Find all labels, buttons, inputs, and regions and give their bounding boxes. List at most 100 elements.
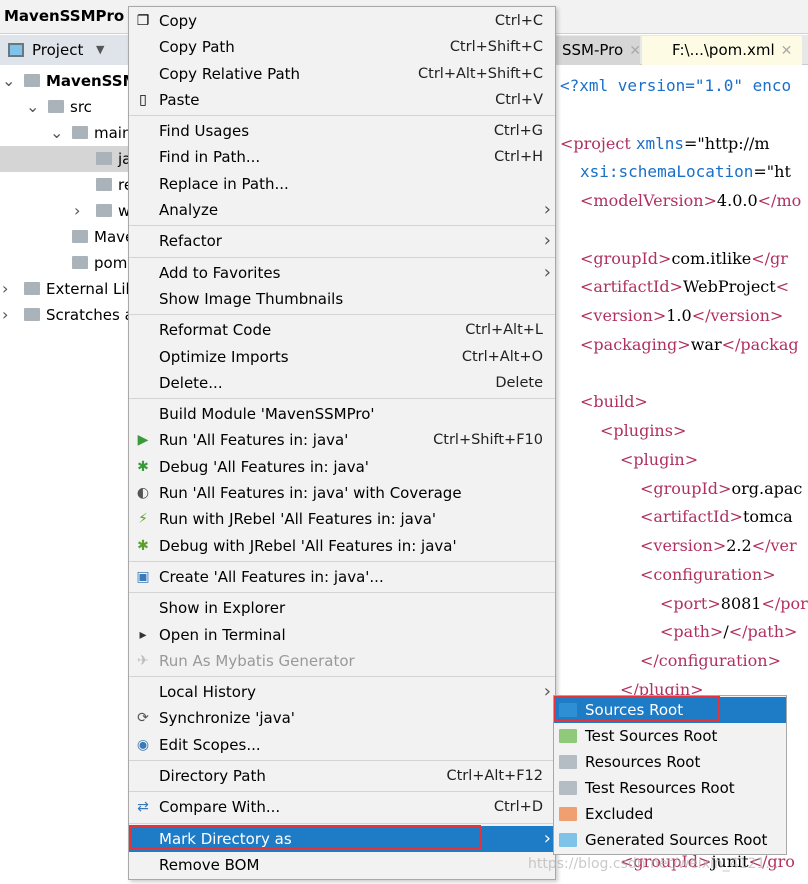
menu-item-label: Find in Path... (159, 148, 261, 167)
menu-item-shortcut: Ctrl+H (494, 149, 543, 166)
tree-item[interactable]: ⌄ src (0, 94, 130, 120)
menu-item-show-image-thumbnails[interactable]: Show Image Thumbnails (129, 286, 555, 312)
code-line: <plugins> (600, 417, 686, 445)
menu-item-show-in-explorer[interactable]: Show in Explorer (129, 595, 555, 621)
code-token: <modelVersion> (580, 191, 717, 210)
project-panel-header[interactable]: Project ▼ (0, 35, 130, 65)
tree-item-label: MavenSSMPro (46, 72, 130, 90)
tree-item[interactable]: java (0, 146, 130, 172)
menu-item-shortcut: Ctrl+Alt+L (465, 322, 543, 339)
menu-item-replace-in-path[interactable]: Replace in Path... (129, 171, 555, 197)
menu-separator (129, 560, 555, 562)
menu-item-optimize-imports[interactable]: Optimize Imports Ctrl+Alt+O (129, 344, 555, 370)
menu-item-shortcut: Ctrl+Shift+C (449, 39, 543, 56)
code-token: </por (761, 593, 808, 613)
menu-separator (129, 256, 555, 258)
submenu-item-excluded[interactable]: Excluded (554, 801, 786, 827)
menu-item-debug-all-features-in-java[interactable]: ✱ Debug 'All Features in: java' (129, 454, 555, 480)
chevron-down-icon[interactable]: ▼ (96, 43, 104, 56)
menu-item-synchronize-java[interactable]: ⟳ Synchronize 'java' (129, 705, 555, 731)
menu-separator (129, 791, 555, 793)
folder-icon (24, 308, 40, 321)
menu-item-create-all-features-in-java[interactable]: ▣ Create 'All Features in: java'... (129, 564, 555, 590)
menu-item-refactor[interactable]: Refactor › (129, 228, 555, 254)
menu-item-label: Run 'All Features in: java' (159, 431, 349, 450)
watermark: https://blog.csdn.net/weixin_4121... (528, 856, 779, 872)
menu-item-label: Remove BOM (159, 855, 260, 874)
mybatis-icon: ✈ (137, 652, 149, 669)
chevron-right-icon: › (543, 230, 551, 252)
menu-item-label: Directory Path (159, 767, 266, 786)
menu-item-add-to-favorites[interactable]: Add to Favorites › (129, 260, 555, 286)
code-line: <groupId>org.apac (640, 475, 802, 503)
chevron-down-icon[interactable]: ⌄ (2, 68, 15, 94)
folder-icon (96, 178, 112, 191)
menu-item-build-module-mavenssmpro[interactable]: Build Module 'MavenSSMPro' (129, 401, 555, 427)
run-icon: ▶ (137, 432, 149, 449)
menu-item-analyze[interactable]: Analyze › (129, 197, 555, 223)
tree-item[interactable]: ›webapp (0, 198, 130, 224)
folder-icon (559, 755, 577, 769)
menu-item-label: Replace in Path... (159, 174, 289, 193)
submenu-item-label: Generated Sources Root (585, 831, 768, 849)
menu-item-run-all-features-in-java-with-coverage[interactable]: ◐ Run 'All Features in: java' with Covera… (129, 480, 555, 506)
tree-item[interactable]: ⌄ main (0, 120, 130, 146)
menu-item-debug-with-jrebel-all-features-in-java[interactable]: ✱ Debug with JRebel 'All Features in: jav… (129, 533, 555, 559)
tab-ssm-pro[interactable]: SSM-Pro ✕ (556, 36, 641, 65)
menu-item-run-with-jrebel-all-features-in-java[interactable]: ⚡ Run with JRebel 'All Features in: java' (129, 506, 555, 532)
menu-item-remove-bom[interactable]: Remove BOM (129, 852, 555, 878)
code-token: WebProject (682, 277, 776, 297)
folder-icon (96, 204, 112, 217)
menu-item-open-in-terminal[interactable]: ▸ Open in Terminal (129, 622, 555, 648)
menu-item-compare-with[interactable]: ⇄ Compare With... Ctrl+D (129, 794, 555, 820)
submenu-item-resources-root[interactable]: Resources Root (554, 749, 786, 775)
menu-item-copy-path[interactable]: Copy Path Ctrl+Shift+C (129, 34, 555, 60)
tree-item[interactable]: MavenSSMPro.iml (0, 224, 130, 250)
code-token: 1.0 (666, 306, 692, 325)
menu-separator (129, 822, 555, 824)
submenu-item-test-resources-root[interactable]: Test Resources Root (554, 775, 786, 801)
tab-pom-xml[interactable]: F:\...\pom.xml ✕ (642, 36, 802, 65)
tree-item[interactable]: pom.xml (0, 250, 130, 276)
code-line: <version>1.0</version> (580, 302, 783, 330)
menu-item-label: Run As Mybatis Generator (159, 651, 355, 670)
breadcrumb[interactable]: MavenSSMPro (4, 7, 124, 25)
chevron-right-icon[interactable]: › (2, 276, 8, 302)
code-token: </ver (751, 536, 797, 555)
submenu-item-generated-sources-root[interactable]: Generated Sources Root (554, 827, 786, 853)
menu-separator (129, 314, 555, 316)
submenu-item-test-sources-root[interactable]: Test Sources Root (554, 723, 786, 749)
menu-item-edit-scopes[interactable]: ◉ Edit Scopes... (129, 732, 555, 758)
close-icon[interactable]: ✕ (781, 43, 793, 59)
menu-item-shortcut: Ctrl+C (494, 13, 543, 29)
menu-item-label: Synchronize 'java' (159, 709, 295, 728)
tree-item[interactable]: resources (0, 172, 130, 198)
code-line: <port>8081</por (660, 590, 808, 618)
menu-item-label: Edit Scopes... (159, 735, 261, 754)
menu-item-find-usages[interactable]: Find Usages Ctrl+G (129, 118, 555, 144)
menu-item-copy[interactable]: ❐ Copy Ctrl+C (129, 8, 555, 34)
menu-item-copy-relative-path[interactable]: Copy Relative Path Ctrl+Alt+Shift+C (129, 61, 555, 87)
menu-item-paste[interactable]: ▯ Paste Ctrl+V (129, 87, 555, 113)
code-token: </gr (751, 248, 788, 268)
chevron-down-icon[interactable]: ⌄ (50, 120, 63, 146)
tree-item[interactable]: › Scratches and Consoles (0, 302, 130, 328)
chevron-down-icon[interactable]: ⌄ (26, 94, 39, 120)
menu-item-delete[interactable]: Delete... Delete (129, 370, 555, 396)
chevron-right-icon[interactable]: › (2, 302, 8, 328)
chevron-right-icon[interactable]: › (74, 198, 80, 224)
tree-item[interactable]: › External Libraries (0, 276, 130, 302)
menu-item-local-history[interactable]: Local History › (129, 679, 555, 705)
menu-item-reformat-code[interactable]: Reformat Code Ctrl+Alt+L (129, 317, 555, 343)
jrebel-debug-icon: ✱ (137, 537, 149, 554)
tree-item[interactable]: ⌄ MavenSSMPro (0, 68, 130, 94)
menu-separator (129, 760, 555, 762)
code-token: <configuration> (640, 564, 776, 584)
close-icon[interactable]: ✕ (629, 43, 641, 59)
menu-item-shortcut: Ctrl+G (493, 123, 543, 140)
menu-item-find-in-path[interactable]: Find in Path... Ctrl+H (129, 144, 555, 170)
code-line: <modelVersion>4.0.0</mo (580, 187, 801, 215)
menu-item-directory-path[interactable]: Directory Path Ctrl+Alt+F12 (129, 763, 555, 789)
menu-item-run-all-features-in-java[interactable]: ▶ Run 'All Features in: java' Ctrl+Shift+F… (129, 427, 555, 453)
code-line: <packaging>war</packag (580, 331, 799, 359)
